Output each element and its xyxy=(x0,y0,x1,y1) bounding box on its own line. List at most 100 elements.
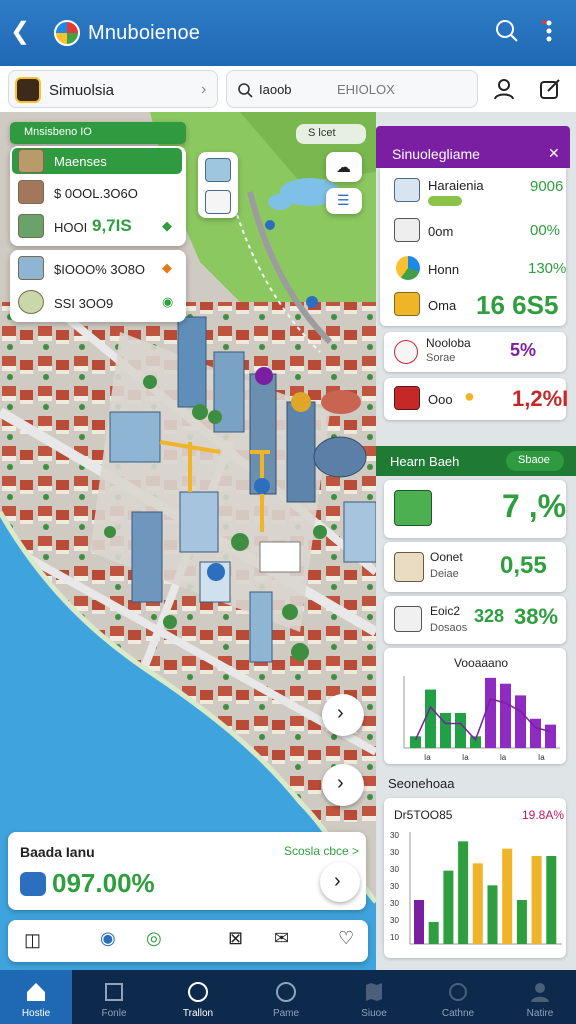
chevron-icon: ◆ xyxy=(162,218,172,233)
query-label: Iaoob xyxy=(259,82,292,97)
list-item[interactable]: 0om 00% xyxy=(380,212,566,248)
next-button[interactable]: › xyxy=(322,694,364,736)
home-icon xyxy=(27,983,45,1001)
search-input[interactable]: Iaoob EHIOLOX xyxy=(226,70,478,108)
chart1-tick-label: Ia xyxy=(424,753,431,762)
tab-2[interactable]: Fonle xyxy=(78,970,150,1024)
stack-button[interactable]: ☰ xyxy=(326,188,362,214)
chart2-bar xyxy=(472,863,483,944)
next-button-2[interactable]: › xyxy=(322,764,364,806)
search-icon xyxy=(238,83,253,98)
chart1-tick-label: Ia xyxy=(462,753,469,762)
shield-icon xyxy=(15,77,41,103)
list-item[interactable]: SSI 3OO9 ◉ xyxy=(10,288,186,318)
chart2-bar xyxy=(414,900,424,944)
stats-panel-title: Sinuolegliame xyxy=(392,146,480,162)
stats-panel-header: Sinuolegliame ✕ xyxy=(376,126,570,168)
more-icon[interactable] xyxy=(536,18,562,44)
city-map[interactable]: Mnsisbeno IO S lcet Maenses $ 0OOL.3O6O … xyxy=(0,112,376,970)
app-bar: ❮ Mnuboienoe xyxy=(0,0,576,66)
summary-link[interactable]: Scosla cbce > xyxy=(284,844,359,858)
overlay-selected-row[interactable]: Maenses xyxy=(12,148,182,174)
location-selector[interactable]: Simuolsia › xyxy=(8,70,218,108)
edit-icon[interactable] xyxy=(538,77,562,101)
flower-icon xyxy=(394,340,418,364)
globe-icon xyxy=(276,982,296,1002)
layers-icon[interactable] xyxy=(205,190,231,214)
chart2-bar xyxy=(487,885,498,944)
factory-icon xyxy=(18,256,44,280)
chart2-bar xyxy=(502,848,513,944)
money-icon xyxy=(18,290,44,314)
stats-card-3[interactable]: Ooo ● 1,2%I xyxy=(384,378,568,420)
overlay-header-right[interactable]: S lcet xyxy=(296,124,366,144)
list-item[interactable]: HOOI 9,7IS ◆ xyxy=(10,212,186,242)
close-icon[interactable]: ✕ xyxy=(548,145,560,162)
chart1-tick-label: Ia xyxy=(538,753,545,762)
chart2-tick-label: 30 xyxy=(390,916,399,925)
chart2-bar xyxy=(546,856,557,944)
bottom-nav: Hostie Fonle Trallon Pame Siuoe Cathne N… xyxy=(0,970,576,1024)
chart2-svg: 30 30 30 30 30 30 10 xyxy=(390,831,562,945)
grid-icon xyxy=(394,490,432,526)
app-title: Mnuboienoe xyxy=(88,22,201,44)
building-icon xyxy=(18,149,44,173)
target-icon[interactable]: ◎ xyxy=(146,928,162,949)
heart-icon[interactable]: ♡ xyxy=(338,928,354,949)
chart1-bar xyxy=(485,677,496,748)
chat-icon[interactable]: ✉ xyxy=(274,928,289,949)
stack-icon: ☰ xyxy=(337,192,350,208)
list-item[interactable]: $IOOO% 3O8O ◆ xyxy=(10,254,186,284)
user-icon[interactable] xyxy=(492,77,516,101)
back-icon[interactable]: ❮ xyxy=(10,20,30,44)
chart1-bar xyxy=(515,695,526,748)
section-row[interactable]: Eoic2 Dosaos 328 38% xyxy=(384,596,566,644)
house-icon xyxy=(18,180,44,204)
cloud-button[interactable]: ☁ xyxy=(326,152,362,182)
tab-6[interactable]: Cathne xyxy=(422,970,494,1024)
summary-title: Baada Ianu xyxy=(20,844,95,860)
bag-icon[interactable]: ◫ xyxy=(24,930,41,951)
overlay-list-1: Maenses $ 0OOL.3O6O HOOI 9,7IS ◆ xyxy=(10,146,186,246)
list-item[interactable]: Oma 16 6S5 xyxy=(380,286,566,326)
chart2-tick-label: 30 xyxy=(390,899,399,908)
section-button[interactable]: Sbaoe xyxy=(506,451,564,471)
app-logo xyxy=(54,20,80,46)
map-tools xyxy=(198,152,238,218)
stats-card-2[interactable]: Nooloba Sorae 5% xyxy=(384,332,566,372)
table-icon xyxy=(394,606,422,632)
query-code: EHIOLOX xyxy=(337,82,395,97)
chart-card-2: Dr5TOO85 19.8A% 30 30 30 30 30 30 10 xyxy=(384,798,566,958)
tab-home[interactable]: Hostie xyxy=(0,970,72,1024)
chart1-bar xyxy=(500,683,511,748)
location-pin-icon[interactable]: ◉ xyxy=(100,928,116,949)
section-row[interactable]: 7 ,% xyxy=(384,480,566,538)
gift-icon xyxy=(394,386,420,410)
shop-icon xyxy=(18,214,44,238)
cart-icon xyxy=(449,983,467,1001)
list-item[interactable]: Honn 130% xyxy=(380,250,566,286)
chart1-bar xyxy=(455,712,466,748)
tab-7[interactable]: Natire xyxy=(504,970,576,1024)
chart1-bar xyxy=(425,689,436,748)
summary-value: 097.00% xyxy=(52,868,155,898)
gallery-icon[interactable] xyxy=(205,158,231,182)
chart2-bar xyxy=(516,900,527,944)
tab-3[interactable]: Trallon xyxy=(162,970,234,1024)
summary-card: Baada Ianu Scosla cbce > 097.00% › xyxy=(8,832,366,910)
compass-icon xyxy=(188,982,208,1002)
diamond-icon: ◆ xyxy=(162,260,172,275)
tag-badge xyxy=(428,196,462,206)
tab-4[interactable]: Pame xyxy=(250,970,322,1024)
section-row[interactable]: Oonet Deiae 0,55 xyxy=(384,542,566,592)
tab-5[interactable]: Siuoe xyxy=(338,970,410,1024)
chart-card-1: Vooaaano Ia Ia la Ia xyxy=(384,648,566,764)
chart2-bar xyxy=(531,856,542,944)
summary-next-button[interactable]: › xyxy=(320,862,360,902)
list-item[interactable]: Haraienia 9006 xyxy=(380,172,566,212)
list-item[interactable]: $ 0OOL.3O6O xyxy=(10,178,186,208)
action-toolbar: ◫ ◉ ◎ ⊠ ✉ ♡ xyxy=(8,920,368,962)
close-box-icon[interactable]: ⊠ xyxy=(228,928,243,949)
map-icon xyxy=(366,983,382,1001)
search-icon[interactable] xyxy=(494,18,520,44)
